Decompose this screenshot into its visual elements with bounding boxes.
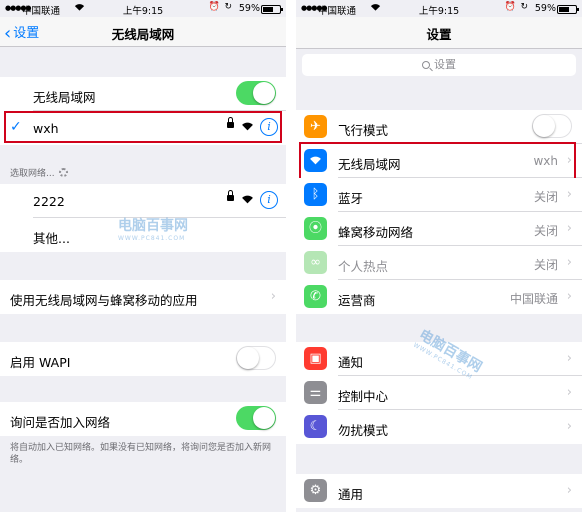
- general-label: 通用: [338, 487, 364, 502]
- airplane-icon: ✈: [304, 115, 327, 138]
- navigation-bar: 设置: [296, 17, 582, 49]
- control-center-label: 控制中心: [338, 389, 389, 404]
- loading-spinner-icon: [58, 168, 68, 177]
- carrier-value: 中国联通: [509, 292, 558, 306]
- carrier-row-label: 运营商: [338, 293, 376, 308]
- choose-network-label: 选取网络...: [10, 169, 55, 179]
- battery-percent: 59%: [534, 3, 556, 14]
- gear-icon: ⚙: [304, 479, 327, 502]
- bluetooth-icon: ᛒ: [304, 183, 327, 206]
- wifi-toggle-row: 无线局域网: [0, 77, 286, 111]
- chevron-right-icon: ›: [566, 483, 572, 498]
- hotspot-icon: ∞: [304, 251, 327, 274]
- info-button[interactable]: i: [260, 191, 278, 209]
- chevron-right-icon: ›: [566, 385, 572, 400]
- chevron-right-icon: ›: [566, 351, 572, 366]
- cellular-value: 关闭: [533, 224, 558, 238]
- hotspot-value: 关闭: [533, 258, 558, 272]
- watermark-sub: WWW.PC841.COM: [118, 235, 186, 242]
- battery-icon: [557, 5, 579, 14]
- network-row-2222[interactable]: 2222 i: [0, 184, 286, 218]
- battery-percent: 59%: [238, 3, 260, 14]
- settings-row-bluetooth[interactable]: ᛒ 蓝牙 关闭 ›: [296, 178, 582, 212]
- highlight-box: [4, 111, 282, 143]
- orientation-lock-icon: ↻: [520, 2, 528, 12]
- cellular-label: 蜂窝移动网络: [338, 225, 414, 240]
- chevron-right-icon: ›: [566, 255, 572, 270]
- chevron-right-icon: ›: [566, 289, 572, 304]
- alarm-icon: ⏰: [208, 2, 220, 12]
- dnd-label: 勿扰模式: [338, 423, 389, 438]
- cellular-icon: ⦿: [304, 217, 327, 240]
- control-center-icon: ⚌: [304, 381, 327, 404]
- chevron-right-icon: ›: [566, 419, 572, 434]
- search-placeholder: 设置: [434, 58, 456, 71]
- other-network-label: 其他...: [33, 231, 70, 246]
- highlight-box: [299, 142, 576, 182]
- settings-row-cellular[interactable]: ⦿ 蜂窝移动网络 关闭 ›: [296, 212, 582, 246]
- settings-row-airplane: ✈ 飞行模式: [296, 110, 582, 144]
- chevron-right-icon: ›: [566, 187, 572, 202]
- page-title: 设置: [426, 27, 452, 42]
- settings-row-dnd[interactable]: ☾ 勿扰模式 ›: [296, 410, 582, 444]
- navigation-bar: ‹ 设置 无线局域网: [0, 17, 286, 47]
- settings-row-general[interactable]: ⚙ 通用 ›: [296, 474, 582, 508]
- wapi-toggle-switch[interactable]: [236, 346, 276, 370]
- settings-screen: ●●●●● 中国联通 上午9:15 ⏰ ↻ 59% 设置 设置 ✈ 飞行模式 无…: [296, 0, 582, 512]
- status-bar: ●●●●● 中国联通 上午9:15 ⏰ ↻ 59%: [0, 0, 286, 17]
- airplane-label: 飞行模式: [338, 123, 389, 138]
- ask-join-footnote: 将自动加入已知网络。如果没有已知网络，将询问您是否加入新网络。: [10, 443, 272, 465]
- orientation-lock-icon: ↻: [224, 2, 232, 12]
- moon-icon: ☾: [304, 415, 327, 438]
- airplane-toggle-switch[interactable]: [532, 114, 572, 138]
- chevron-right-icon: ›: [270, 289, 276, 304]
- wapi-row: 启用 WAPI: [0, 342, 286, 376]
- choose-network-header: 选取网络...: [10, 166, 68, 179]
- ask-join-row: 询问是否加入网络: [0, 402, 286, 436]
- chevron-right-icon: ›: [566, 221, 572, 236]
- phone-icon: ✆: [304, 285, 327, 308]
- bluetooth-value: 关闭: [533, 190, 558, 204]
- settings-row-control-center[interactable]: ⚌ 控制中心 ›: [296, 376, 582, 410]
- wifi-toggle-label: 无线局域网: [33, 90, 96, 105]
- wifi-settings-screen: ●●●●● 中国联通 上午9:15 ⏰ ↻ 59% ‹ 设置 无线局域网 无线局域…: [0, 0, 286, 512]
- hotspot-label: 个人热点: [338, 259, 389, 274]
- settings-row-hotspot[interactable]: ∞ 个人热点 关闭 ›: [296, 246, 582, 280]
- battery-icon: [261, 5, 283, 14]
- network-name: 2222: [33, 194, 65, 209]
- watermark: 电脑百事网 WWW.PC841.COM: [118, 215, 188, 242]
- wifi-signal-icon: [242, 195, 253, 204]
- search-icon: [422, 61, 430, 69]
- ask-join-label: 询问是否加入网络: [10, 415, 111, 430]
- notifications-icon: ▣: [304, 347, 327, 370]
- search-input[interactable]: 设置: [302, 54, 576, 76]
- page-title: 无线局域网: [111, 27, 175, 42]
- settings-row-carrier[interactable]: ✆ 运营商 中国联通 ›: [296, 280, 582, 314]
- lock-icon: [227, 190, 234, 201]
- wifi-toggle-switch[interactable]: [236, 81, 276, 105]
- status-bar: ●●●●● 中国联通 上午9:15 ⏰ ↻ 59%: [296, 0, 582, 17]
- alarm-icon: ⏰: [504, 2, 516, 12]
- apps-using-wlan-row[interactable]: 使用无线局域网与蜂窝移动的应用 ›: [0, 280, 286, 314]
- bluetooth-label: 蓝牙: [338, 191, 364, 206]
- wapi-label: 启用 WAPI: [10, 355, 71, 370]
- ask-join-toggle-switch[interactable]: [236, 406, 276, 430]
- apps-using-wlan-label: 使用无线局域网与蜂窝移动的应用: [10, 293, 198, 308]
- watermark-text: 电脑百事网: [118, 218, 188, 234]
- notifications-label: 通知: [338, 355, 364, 370]
